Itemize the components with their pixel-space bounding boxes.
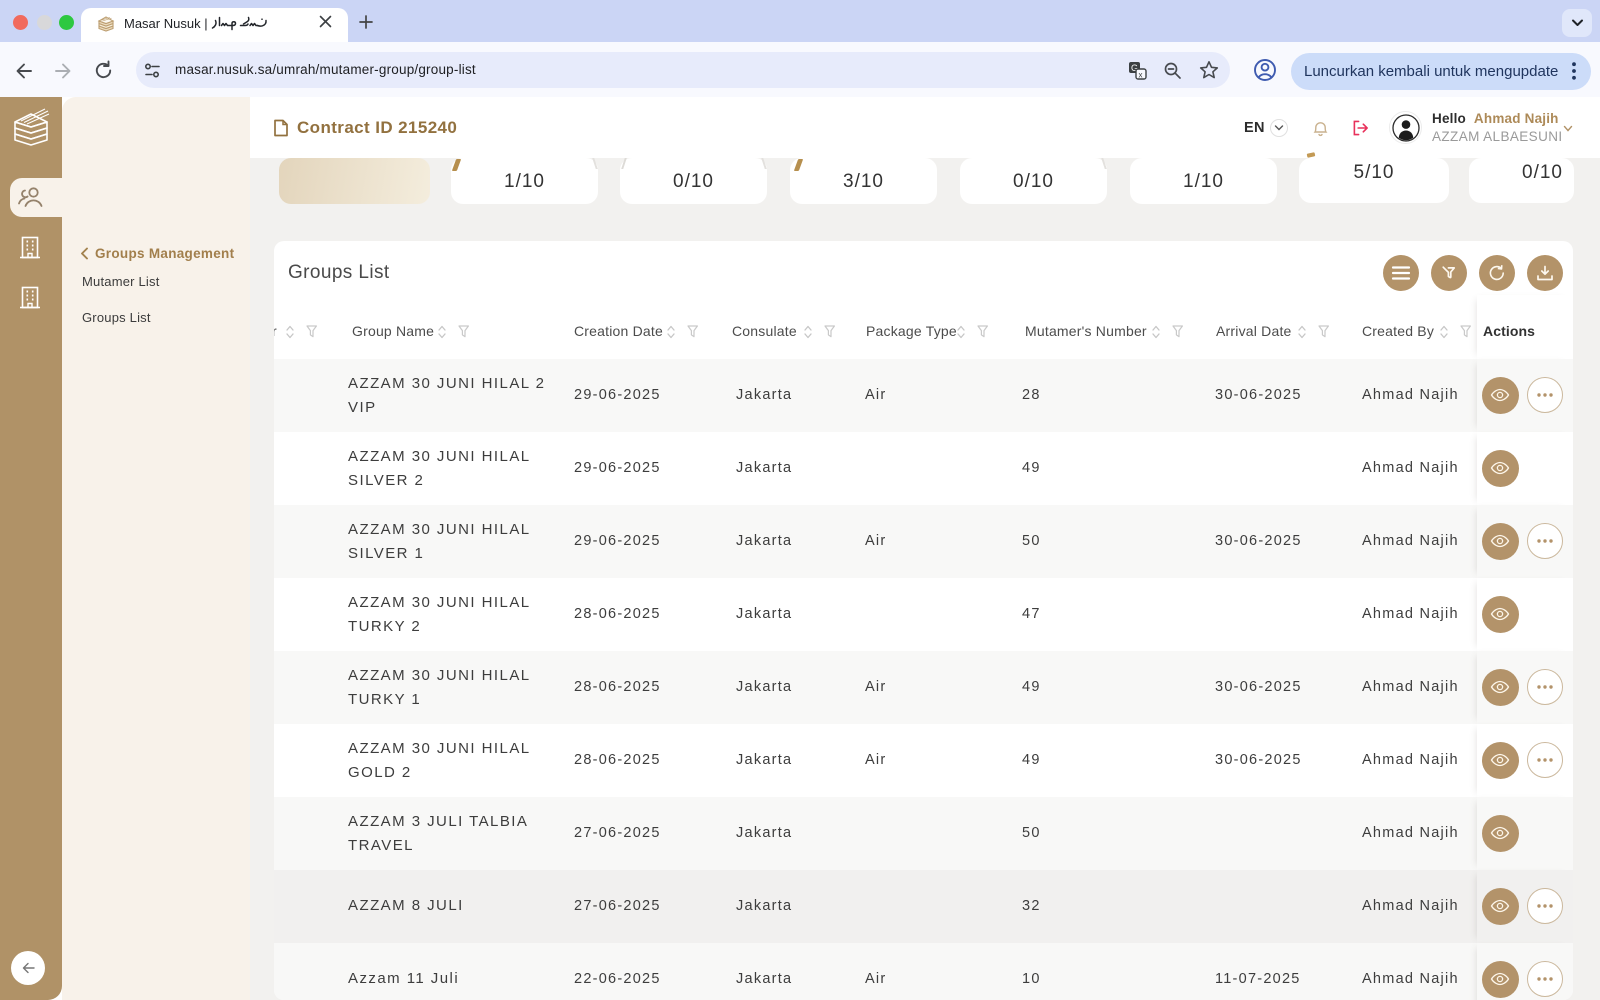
svg-text:x: x: [1139, 71, 1143, 80]
